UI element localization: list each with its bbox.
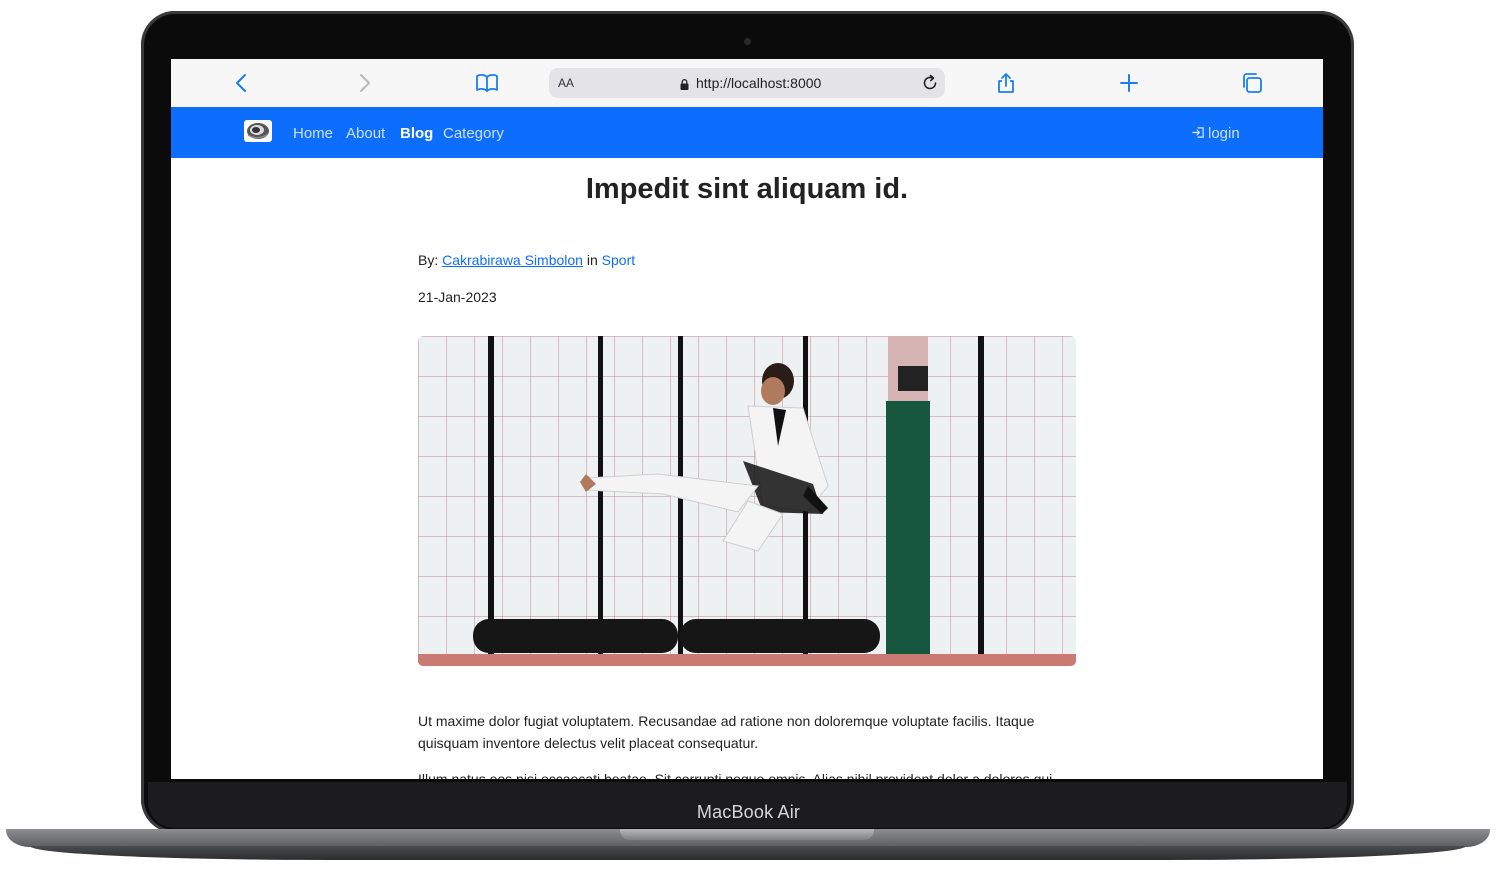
camera-icon — [744, 38, 751, 45]
login-label: login — [1208, 125, 1240, 142]
post-image — [418, 336, 1076, 666]
nav-link-home[interactable]: Home — [293, 125, 333, 142]
post-title: Impedit sint aliquam id. — [585, 173, 909, 205]
reload-icon[interactable] — [920, 73, 940, 93]
text-size-button[interactable]: AA — [558, 76, 574, 90]
forward-icon[interactable] — [352, 71, 376, 95]
category-link[interactable]: Sport — [602, 252, 635, 268]
login-icon — [1192, 127, 1204, 138]
bookmarks-icon[interactable] — [475, 71, 499, 95]
lock-icon — [680, 77, 689, 90]
author-link[interactable]: Cakrabirawa Simbolon — [442, 252, 583, 268]
post-paragraph: Ut maxime dolor fugiat voluptatem. Recus… — [418, 713, 1035, 751]
screen: AA http://localhost:8000 Home About Blog… — [171, 59, 1323, 779]
post-date: 21-Jan-2023 — [418, 289, 497, 305]
post-byline: By: Cakrabirawa Simbolon in Sport — [418, 252, 635, 268]
nav-link-about[interactable]: About — [346, 125, 385, 142]
nav-link-category[interactable]: Category — [443, 125, 504, 142]
post-paragraph: Illum natus eos nisi occaecati beatae. S… — [418, 771, 1057, 779]
tabs-overview-icon[interactable] — [1240, 71, 1264, 95]
nav-link-blog[interactable]: Blog — [400, 125, 433, 142]
byline-in: in — [586, 252, 598, 268]
new-tab-icon[interactable] — [1117, 71, 1141, 95]
device-brand-label: MacBook Air — [696, 802, 801, 822]
laptop-hinge-notch — [620, 829, 874, 840]
byline-prefix: By: — [418, 252, 439, 268]
login-link[interactable]: login — [1192, 125, 1240, 142]
address-bar[interactable]: AA http://localhost:8000 — [549, 68, 945, 98]
browser-toolbar: AA http://localhost:8000 — [171, 59, 1323, 108]
site-navbar: Home About Blog Category login — [171, 107, 1323, 158]
laptop-base-edge — [30, 846, 1466, 860]
url-text[interactable]: http://localhost:8000 — [696, 75, 821, 91]
back-icon[interactable] — [230, 71, 254, 95]
share-icon[interactable] — [994, 71, 1018, 95]
site-logo[interactable] — [244, 120, 272, 142]
